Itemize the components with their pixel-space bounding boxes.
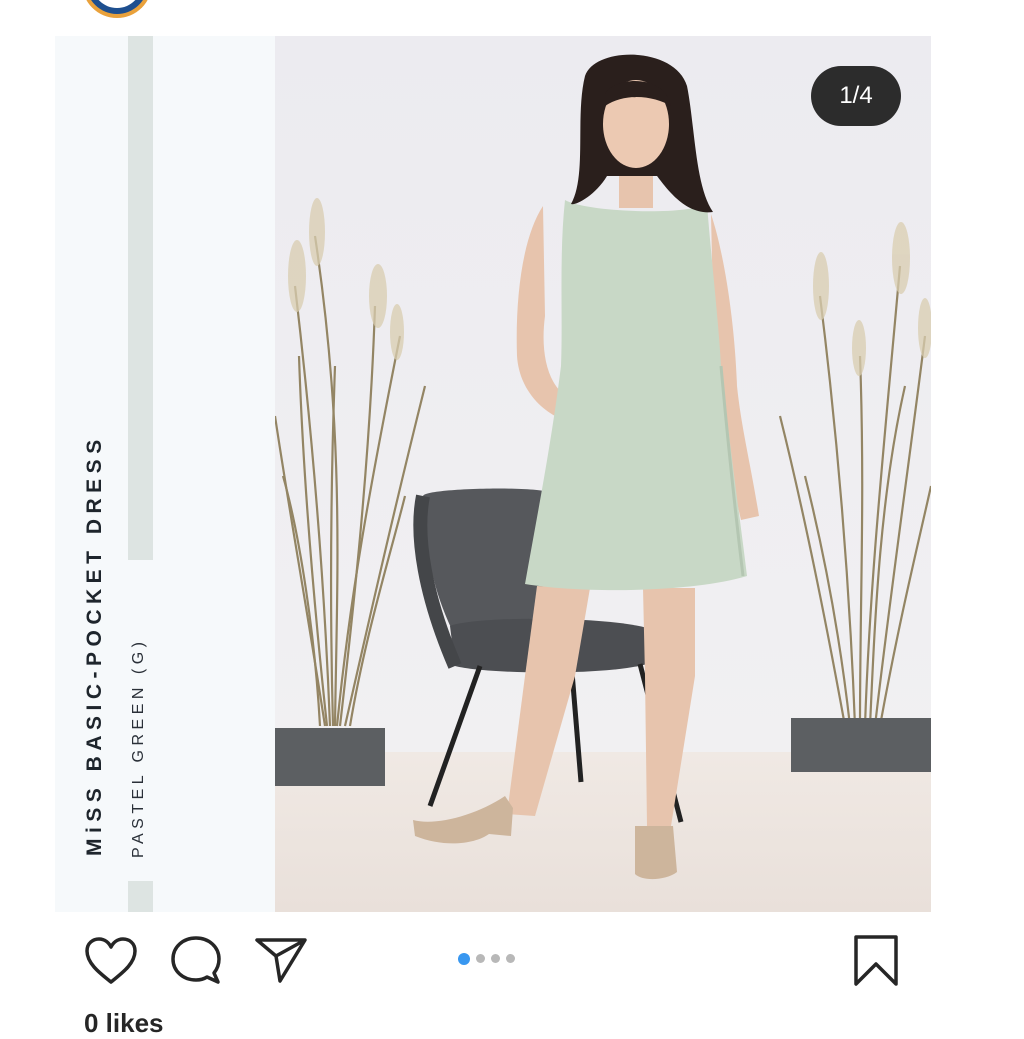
- send-icon[interactable]: [254, 936, 308, 984]
- left-planter: [275, 728, 385, 786]
- profile-avatar[interactable]: [82, 0, 152, 18]
- bookmark-icon[interactable]: [852, 934, 900, 988]
- post-image-carousel[interactable]: MiSS BASIC-POCKET DRESS PASTEL GREEN (G): [55, 36, 931, 912]
- product-photo: [275, 36, 931, 912]
- comment-icon[interactable]: [170, 935, 222, 987]
- right-planter: [791, 718, 931, 772]
- carousel-dot-active: [458, 952, 470, 965]
- product-label-panel: MiSS BASIC-POCKET DRESS PASTEL GREEN (G): [55, 36, 275, 912]
- carousel-dot: [506, 954, 515, 963]
- carousel-dot: [476, 954, 485, 963]
- image-counter: 1/4: [811, 66, 901, 126]
- product-title: MiSS BASIC-POCKET DRESS: [83, 434, 106, 856]
- product-color: PASTEL GREEN (G): [130, 637, 147, 858]
- decorative-bar: [128, 881, 153, 912]
- carousel-dot: [491, 954, 500, 963]
- decorative-bar: [128, 36, 153, 560]
- carousel-indicator: [458, 952, 515, 965]
- heart-icon[interactable]: [84, 936, 138, 986]
